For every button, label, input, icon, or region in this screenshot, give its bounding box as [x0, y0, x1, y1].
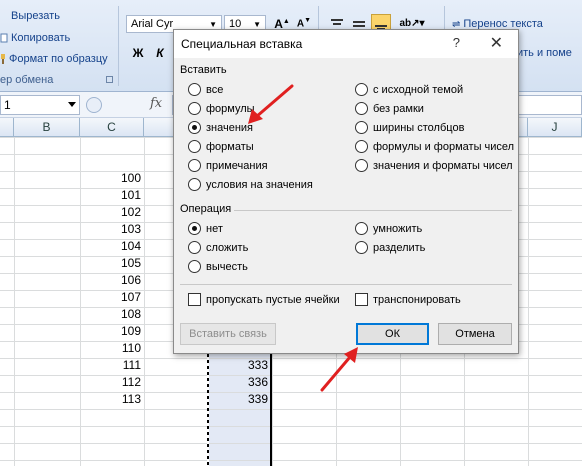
annotation-arrow-values — [248, 84, 294, 124]
annotation-arrows — [248, 84, 358, 392]
annotation-arrow-ok — [320, 347, 358, 392]
